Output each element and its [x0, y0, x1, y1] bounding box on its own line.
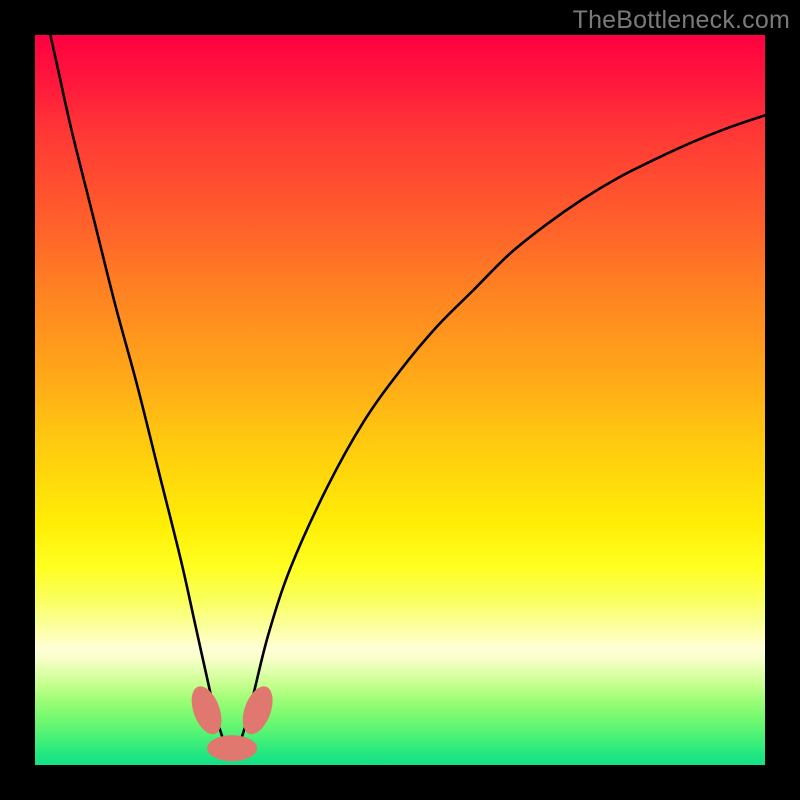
plot-area: [35, 35, 765, 765]
markers-group: [186, 682, 279, 761]
bottleneck-curve: [42, 35, 765, 750]
chart-frame: TheBottleneck.com: [0, 0, 800, 800]
watermark-text: TheBottleneck.com: [573, 6, 790, 35]
curve-layer: [35, 35, 765, 765]
bottom-marker: [207, 735, 257, 761]
